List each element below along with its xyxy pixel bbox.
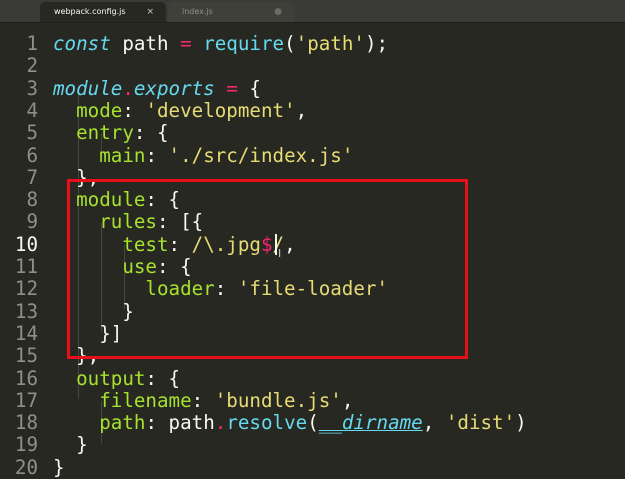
line-number: 14 bbox=[14, 321, 38, 345]
code-token: path bbox=[110, 32, 181, 55]
code-text: filename: 'bundle.js', bbox=[53, 388, 354, 412]
code-token: main bbox=[99, 143, 146, 167]
line-number: 2 bbox=[26, 54, 38, 78]
code-token: : bbox=[145, 143, 169, 167]
code-token: , bbox=[295, 98, 308, 122]
code-line[interactable]: 2 bbox=[0, 54, 625, 78]
code-token: . bbox=[214, 411, 227, 435]
code-token: { bbox=[237, 76, 261, 100]
line-number: 5 bbox=[26, 121, 38, 145]
code-token: './src/index.js' bbox=[168, 143, 354, 167]
code-text: path: path.resolve(__dirname, 'dist') bbox=[53, 411, 527, 435]
code-token: : bbox=[191, 388, 215, 412]
code-token: __dirname bbox=[318, 411, 423, 435]
code-token: : bbox=[122, 98, 146, 122]
code-token: = bbox=[180, 32, 192, 55]
line-number: 6 bbox=[26, 143, 38, 167]
code-token: ( bbox=[307, 411, 319, 435]
code-text: const path = require('path'); bbox=[53, 32, 389, 55]
code-text: } bbox=[53, 434, 88, 456]
line-number: 12 bbox=[14, 277, 38, 301]
line-number: 1 bbox=[26, 32, 38, 55]
code-token: : { bbox=[145, 366, 181, 390]
code-token: output bbox=[76, 366, 146, 390]
line-number: 8 bbox=[26, 188, 38, 212]
line-number: 16 bbox=[14, 366, 38, 390]
code-line[interactable]: 1 const path = require('path'); bbox=[0, 32, 625, 55]
unsaved-dot-icon[interactable]: ● bbox=[274, 2, 282, 22]
code-line[interactable]: 18 path: path.resolve(__dirname, 'dist') bbox=[0, 411, 625, 435]
highlight-box bbox=[67, 179, 468, 359]
code-token: : bbox=[145, 411, 169, 435]
code-text: entry: { bbox=[53, 121, 169, 145]
code-token: . bbox=[122, 76, 134, 100]
code-token: entry bbox=[76, 121, 134, 145]
tab-index-js[interactable]: index.js ● bbox=[168, 2, 294, 22]
code-token: filename bbox=[99, 388, 192, 412]
line-number: 7 bbox=[26, 165, 38, 189]
code-token: 'bundle.js' bbox=[214, 388, 342, 412]
tab-label: webpack.config.js bbox=[54, 7, 126, 16]
code-token: ( bbox=[284, 32, 296, 55]
code-text: main: './src/index.js' bbox=[53, 143, 354, 167]
code-text: output: { bbox=[53, 366, 181, 390]
code-token: 'path' bbox=[295, 32, 365, 55]
code-token: } bbox=[53, 455, 65, 479]
close-icon[interactable]: × bbox=[146, 2, 154, 22]
line-number: 3 bbox=[26, 76, 38, 100]
code-token: path bbox=[168, 411, 215, 435]
line-number: 10 bbox=[14, 232, 38, 256]
line-number: 4 bbox=[26, 98, 38, 122]
line-number: 11 bbox=[14, 255, 38, 278]
code-token: 'dist' bbox=[445, 411, 516, 435]
line-number: 9 bbox=[26, 210, 38, 234]
code-line[interactable]: 5 entry: { bbox=[0, 121, 625, 145]
code-token: ); bbox=[364, 32, 389, 55]
code-token: = bbox=[226, 76, 238, 100]
code-token: mode bbox=[76, 98, 123, 122]
code-text: module.exports = { bbox=[53, 76, 261, 100]
tab-label: index.js bbox=[182, 7, 213, 16]
code-token: resolve bbox=[226, 411, 308, 435]
code-line[interactable]: 3 module.exports = { bbox=[0, 76, 625, 100]
code-line[interactable]: 16 output: { bbox=[0, 366, 625, 390]
line-number: 15 bbox=[14, 344, 38, 368]
line-number: 13 bbox=[14, 299, 38, 323]
code-line[interactable]: 19 } bbox=[0, 433, 625, 457]
code-text: mode: 'development', bbox=[53, 98, 308, 122]
line-number: 18 bbox=[14, 411, 38, 435]
code-token: 'development' bbox=[145, 98, 296, 122]
code-token: const bbox=[53, 32, 111, 55]
code-token: ) bbox=[515, 411, 527, 435]
code-token: , bbox=[341, 388, 354, 412]
code-token: , bbox=[422, 411, 446, 435]
tab-bar: webpack.config.js × index.js ● bbox=[0, 0, 625, 23]
code-token: module bbox=[53, 76, 123, 100]
code-token: exports bbox=[133, 76, 215, 100]
code-line[interactable]: 6 main: './src/index.js' bbox=[0, 143, 625, 167]
code-token: } bbox=[53, 433, 88, 457]
code-token: : { bbox=[133, 121, 169, 145]
code-token: path bbox=[99, 411, 146, 435]
tab-webpack-config[interactable]: webpack.config.js × bbox=[40, 2, 166, 22]
code-line[interactable]: 17 filename: 'bundle.js', bbox=[0, 388, 625, 412]
code-line[interactable]: 4 mode: 'development', bbox=[0, 98, 625, 122]
code-token: require bbox=[203, 32, 285, 55]
line-number: 19 bbox=[14, 433, 38, 457]
line-number: 17 bbox=[14, 388, 38, 412]
